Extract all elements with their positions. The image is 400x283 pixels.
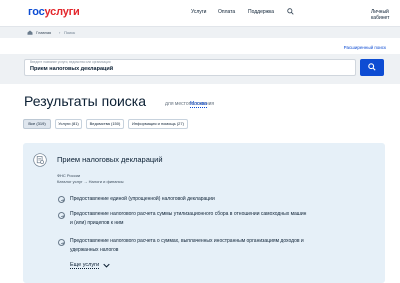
service-item-link[interactable]: Предоставление налогового расчета о сумм… bbox=[70, 237, 310, 255]
tab-services[interactable]: Услуги (81) bbox=[55, 119, 82, 129]
page-title: Результаты поиска bbox=[24, 93, 147, 109]
logo-part-uslugi: услуги bbox=[44, 6, 80, 18]
breadcrumb-separator: › bbox=[59, 30, 61, 35]
search-button-icon bbox=[368, 63, 376, 71]
gosuslugi-logo[interactable]: госуслуги bbox=[28, 6, 80, 18]
search-hint: Введите название услуги, ведомства или о… bbox=[30, 60, 111, 64]
breadcrumb-home[interactable]: Главная bbox=[36, 30, 51, 35]
service-item-link[interactable]: Предоставление налогового расчета суммы … bbox=[70, 210, 310, 228]
location-city-link[interactable]: Москва bbox=[190, 101, 208, 108]
arrow-right-icon bbox=[58, 196, 65, 203]
search-icon[interactable] bbox=[287, 8, 294, 15]
nav-payment[interactable]: Оплата bbox=[218, 9, 235, 15]
arrow-right-icon bbox=[58, 239, 65, 246]
search-button[interactable] bbox=[360, 59, 384, 76]
nav-support[interactable]: Поддержка bbox=[248, 9, 274, 15]
document-seal-icon bbox=[33, 153, 47, 167]
tab-departments[interactable]: Ведомства (150) bbox=[86, 119, 124, 129]
breadcrumb-current: Поиск bbox=[64, 30, 76, 35]
result-title-link[interactable]: Прием налоговых деклараций bbox=[57, 155, 163, 164]
result-catalog-path: Каталог услуг → Налоги и финансы bbox=[57, 179, 124, 184]
home-icon[interactable] bbox=[27, 30, 33, 35]
breadcrumb: Главная › Поиск bbox=[0, 26, 400, 38]
service-item-link[interactable]: Предоставление единой (упрощенной) налог… bbox=[70, 195, 370, 204]
personal-account-link[interactable]: Личный кабинет bbox=[371, 9, 400, 21]
arrow-right-icon bbox=[58, 212, 65, 219]
result-organization: ФНС России bbox=[57, 173, 81, 178]
top-header: госуслуги Услуги Оплата Поддержка Личный… bbox=[0, 0, 400, 26]
logo-part-gos: гос bbox=[28, 6, 45, 18]
advanced-search-link[interactable]: Расширенный поиск bbox=[344, 45, 386, 50]
nav-services[interactable]: Услуги bbox=[191, 9, 206, 15]
chevron-down-icon[interactable] bbox=[103, 263, 110, 268]
more-services-link[interactable]: Еще услуги bbox=[70, 262, 100, 269]
search-input-value[interactable]: Прием налоговых деклараций bbox=[30, 66, 113, 72]
tab-info-help[interactable]: Информация и помощь (27) bbox=[128, 119, 188, 129]
tab-all[interactable]: Все (319) bbox=[23, 119, 51, 129]
